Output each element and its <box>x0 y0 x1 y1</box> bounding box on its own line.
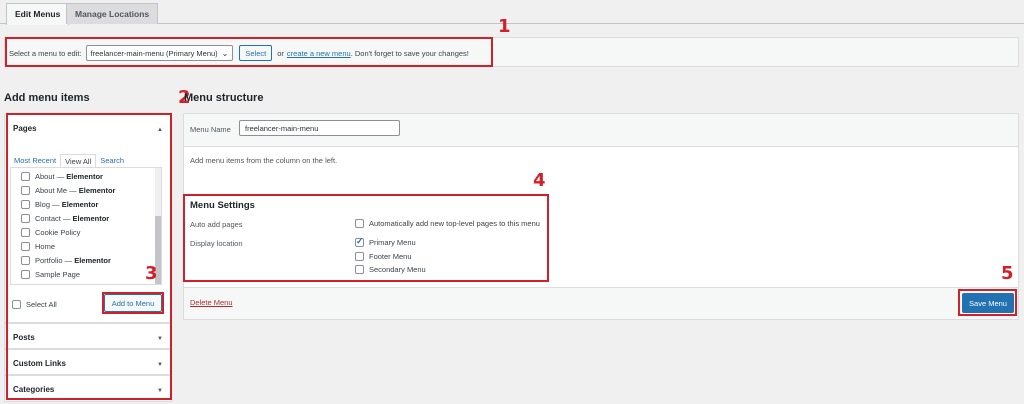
tab-manage-locations[interactable]: Manage Locations <box>66 3 159 24</box>
annotation-box-1 <box>5 37 493 67</box>
menu-footer <box>184 287 1018 319</box>
menu-structure-heading: Menu structure <box>184 92 264 104</box>
annotation-number-3: 3 <box>145 263 158 284</box>
tab-edit-menus[interactable]: Edit Menus <box>6 3 70 25</box>
add-menu-items-heading: Add menu items <box>4 92 90 104</box>
annotation-box-2 <box>6 113 172 400</box>
delete-menu-link[interactable]: Delete Menu <box>190 298 233 307</box>
menu-name-input[interactable]: freelancer-main-menu <box>239 120 400 136</box>
menu-name-label: Menu Name <box>190 125 231 134</box>
instructions-text: Add menu items from the column on the le… <box>190 156 338 165</box>
annotation-number-4: 4 <box>533 170 546 191</box>
annotation-number-1: 1 <box>498 16 511 37</box>
annotation-box-5 <box>958 289 1017 316</box>
nav-tabs: Edit Menus Manage Locations <box>0 0 1024 25</box>
annotation-number-5: 5 <box>1001 263 1014 284</box>
annotation-box-3 <box>102 292 164 314</box>
annotation-box-4 <box>183 194 549 282</box>
